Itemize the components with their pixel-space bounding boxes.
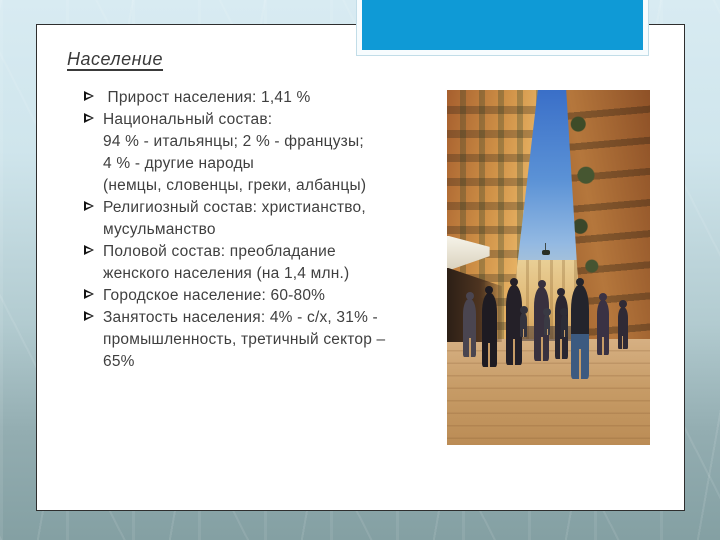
bullet-line: 94 % - итальянцы; 2 % - французы; (84, 131, 456, 153)
bullet-line: 65% (84, 351, 456, 373)
slide-title: Население (67, 49, 164, 69)
bullet-line: Половой состав: преобладание (84, 241, 456, 263)
bullet-line-text: (немцы, словенцы, греки, албанцы) (103, 177, 367, 194)
arrow-bullet-icon (84, 111, 103, 127)
photo-pedestrian (520, 313, 528, 337)
bullet-line: (немцы, словенцы, греки, албанцы) (84, 175, 456, 197)
bullet-line: Занятость населения: 4% - с/х, 31% - (84, 307, 456, 329)
bullet-line-text: Национальный состав: (103, 111, 273, 128)
bullet-line: Прирост населения: 1,41 % (84, 87, 456, 109)
bullet-line: мусульманство (84, 219, 456, 241)
bullet-line: женского населения (на 1,4 млн.) (84, 263, 456, 285)
slide-content-area: Население Прирост населения: 1,41 % Наци… (36, 24, 685, 511)
bullet-line-text: Половой состав: преобладание (103, 243, 336, 260)
arrow-bullet-icon (84, 199, 103, 215)
bullet-line-text: Занятость населения: 4% - с/х, 31% - (103, 309, 378, 326)
photo-pedestrian (597, 300, 610, 355)
bullet-line-text: мусульманство (103, 221, 216, 238)
photo-pedestrian (463, 299, 477, 357)
photo-pedestrian (544, 315, 551, 336)
arrow-bullet-icon (84, 243, 103, 259)
bullet-line-text: 4 % - другие народы (103, 155, 255, 172)
arrow-bullet-icon (84, 287, 103, 303)
bullet-line-text: Религиозный состав: христианство, (103, 199, 366, 216)
photo-pedestrian (617, 307, 628, 349)
bullet-line-text: 65% (103, 353, 135, 370)
bullet-line-text: Городское население: 60-80% (103, 287, 326, 304)
top-blue-banner-frame (356, 0, 649, 56)
slide-stage: Население Прирост населения: 1,41 % Наци… (0, 0, 720, 540)
bullet-line-text: промышленность, третичный сектор – (103, 331, 386, 348)
bullet-line: Городское население: 60-80% (84, 285, 456, 307)
top-blue-banner (362, 0, 643, 50)
arrow-bullet-icon (84, 89, 103, 105)
bullet-line-text: женского населения (на 1,4 млн.) (103, 265, 350, 282)
photo-hanging-lamp-icon (542, 242, 551, 255)
photo-pedestrian (481, 293, 497, 367)
street-photo (447, 90, 650, 445)
arrow-bullet-icon (84, 309, 103, 325)
photo-pedestrian (570, 285, 589, 379)
bullet-line: Религиозный состав: христианство, (84, 197, 456, 219)
bullet-line: промышленность, третичный сектор – (84, 329, 456, 351)
bullet-line-text: 94 % - итальянцы; 2 % - французы; (103, 133, 364, 150)
bullet-line: 4 % - другие народы (84, 153, 456, 175)
photo-pedestrian (560, 315, 568, 338)
bullet-line: Национальный состав: (84, 109, 456, 131)
bullet-line-text: Прирост населения: 1,41 % (103, 89, 311, 106)
bullet-list: Прирост населения: 1,41 % Национальный с… (84, 87, 456, 373)
